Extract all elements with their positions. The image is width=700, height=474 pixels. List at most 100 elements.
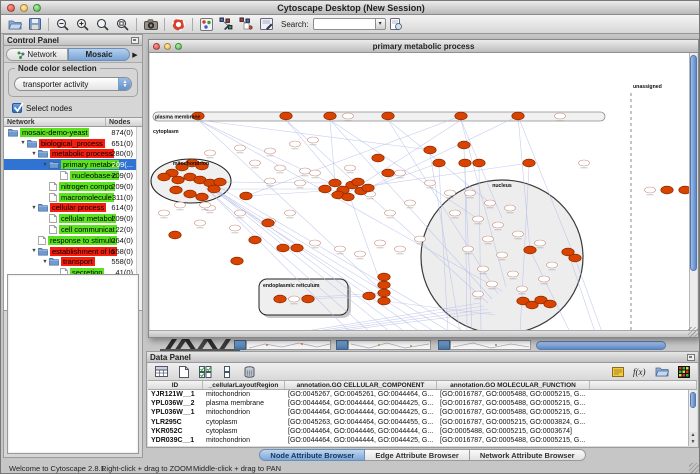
tree-row[interactable]: ▼biological_process651(0): [4, 138, 142, 149]
network-node[interactable]: [289, 296, 300, 302]
network-node[interactable]: [262, 219, 274, 227]
table-row[interactable]: YJR121W__1mitochondrion[GO:0045267, GO:0…: [148, 390, 697, 399]
tree-row[interactable]: cell communicat22(0): [4, 224, 142, 235]
network-node[interactable]: [319, 185, 331, 193]
network-node[interactable]: [547, 262, 558, 268]
float-panel-icon[interactable]: [687, 354, 695, 361]
expander-open-icon[interactable]: ▼: [30, 151, 38, 157]
save-icon[interactable]: [25, 16, 44, 33]
network-node[interactable]: [424, 146, 436, 154]
network-node[interactable]: [450, 210, 461, 216]
snapshot-icon[interactable]: [141, 16, 160, 33]
network-node[interactable]: [170, 186, 182, 194]
region-plasma-membrane[interactable]: [153, 112, 605, 121]
tree-row[interactable]: cellular metabol209(0): [4, 213, 142, 224]
network-node[interactable]: [378, 289, 390, 297]
network-node[interactable]: [280, 112, 292, 120]
network-node[interactable]: [375, 240, 386, 246]
network-edge[interactable]: [348, 120, 461, 193]
network-node[interactable]: [579, 160, 590, 166]
edit-network-icon-2[interactable]: [237, 16, 256, 33]
network-node[interactable]: [463, 246, 474, 252]
zoom-out-icon[interactable]: [53, 16, 72, 33]
network-node[interactable]: [265, 178, 276, 184]
network-node[interactable]: [512, 112, 524, 120]
vizmapper-icon[interactable]: [197, 16, 216, 33]
close-button[interactable]: [7, 4, 15, 12]
network-node[interactable]: [172, 176, 184, 184]
background-window-fragment[interactable]: [336, 340, 348, 350]
formula-builder-icon[interactable]: f(x): [630, 363, 649, 380]
network-node[interactable]: [378, 273, 390, 281]
expander-open-icon[interactable]: ▼: [30, 248, 38, 254]
table-row[interactable]: YLR295Ccytoplasm[GO:0045263, GO:0044464,…: [148, 418, 697, 427]
network-node[interactable]: [175, 202, 186, 208]
node-color-dropdown[interactable]: transporter activity ▲▼: [14, 77, 132, 91]
tree-row[interactable]: ▼primary metabol209(...: [4, 159, 142, 170]
tree-row[interactable]: ▼metabolic process280(0): [4, 149, 142, 160]
resize-grip-icon[interactable]: [689, 463, 700, 474]
network-node[interactable]: [523, 159, 535, 167]
network-node[interactable]: [485, 200, 496, 206]
network-node[interactable]: [200, 202, 211, 208]
tree-row[interactable]: macromolecule311(0): [4, 192, 142, 203]
network-node[interactable]: [459, 159, 471, 167]
tree-row[interactable]: ▼transport558(0): [4, 257, 142, 268]
resize-grip-icon[interactable]: [688, 327, 698, 337]
tree-row[interactable]: mosaic-demo-yeast874(0): [4, 127, 142, 138]
network-node[interactable]: [230, 225, 241, 231]
network-node[interactable]: [478, 266, 489, 272]
network-node[interactable]: [275, 165, 286, 171]
network-node[interactable]: [240, 192, 252, 200]
table-row[interactable]: YKR052Ccytoplasm[GO:0044464, GO:0044446,…: [148, 427, 697, 436]
unselect-all-attributes-icon[interactable]: [218, 363, 237, 380]
network-node[interactable]: [539, 276, 550, 282]
network-node[interactable]: [235, 210, 246, 216]
network-node[interactable]: [505, 205, 516, 211]
network-node[interactable]: [679, 186, 689, 194]
network-node[interactable]: [310, 170, 321, 176]
tree-row[interactable]: nucleobase-c209(0): [4, 170, 142, 181]
network-node[interactable]: [302, 295, 314, 303]
tree-row[interactable]: ▼establishment of lo558(0): [4, 246, 142, 257]
zoom-window-button[interactable]: [33, 4, 41, 12]
network-node[interactable]: [555, 113, 566, 119]
network-node[interactable]: [385, 210, 396, 216]
birdseye-view-panel[interactable]: [7, 274, 139, 454]
network-node[interactable]: [231, 257, 243, 265]
network-node[interactable]: [295, 180, 306, 186]
network-node[interactable]: [196, 193, 208, 201]
expander-open-icon[interactable]: ▼: [30, 205, 38, 211]
network-node[interactable]: [372, 154, 384, 162]
tree-row[interactable]: ▼cellular process614(0): [4, 203, 142, 214]
network-node[interactable]: [415, 236, 426, 242]
network-canvas[interactable]: plasma membranecytoplasmmitochondrionnuc…: [150, 53, 689, 330]
search-dropdown-arrow-icon[interactable]: ▾: [375, 18, 386, 30]
network-node[interactable]: [308, 137, 319, 143]
float-panel-icon[interactable]: [131, 37, 139, 44]
background-window-fragment[interactable]: [438, 340, 450, 350]
search-options-icon[interactable]: [387, 16, 406, 33]
browser-tab-node[interactable]: Node Attribute Browser: [259, 449, 365, 461]
column-header[interactable]: annotation.GO CELLULAR_COMPONENT: [285, 381, 437, 389]
annotations-icon[interactable]: [257, 16, 276, 33]
edit-network-icon-1[interactable]: [217, 16, 236, 33]
network-node[interactable]: [378, 297, 390, 305]
network-node[interactable]: [544, 300, 556, 308]
network-node[interactable]: [517, 286, 528, 292]
import-attributes-icon[interactable]: [652, 363, 671, 380]
network-node[interactable]: [455, 112, 467, 120]
attribute-editor-icon[interactable]: [608, 363, 627, 380]
search-combobox[interactable]: ▾: [313, 18, 386, 30]
network-node[interactable]: [405, 200, 416, 206]
expander-open-icon[interactable]: ▼: [19, 140, 27, 146]
network-node[interactable]: [465, 190, 476, 196]
network-edge[interactable]: [575, 258, 602, 330]
background-window-fragment[interactable]: [234, 340, 246, 350]
attribute-create-icon[interactable]: [174, 363, 193, 380]
network-node[interactable]: [493, 222, 504, 228]
network-node[interactable]: [329, 179, 341, 187]
network-node[interactable]: [300, 168, 311, 174]
network-node[interactable]: [508, 271, 519, 277]
network-node[interactable]: [378, 281, 390, 289]
